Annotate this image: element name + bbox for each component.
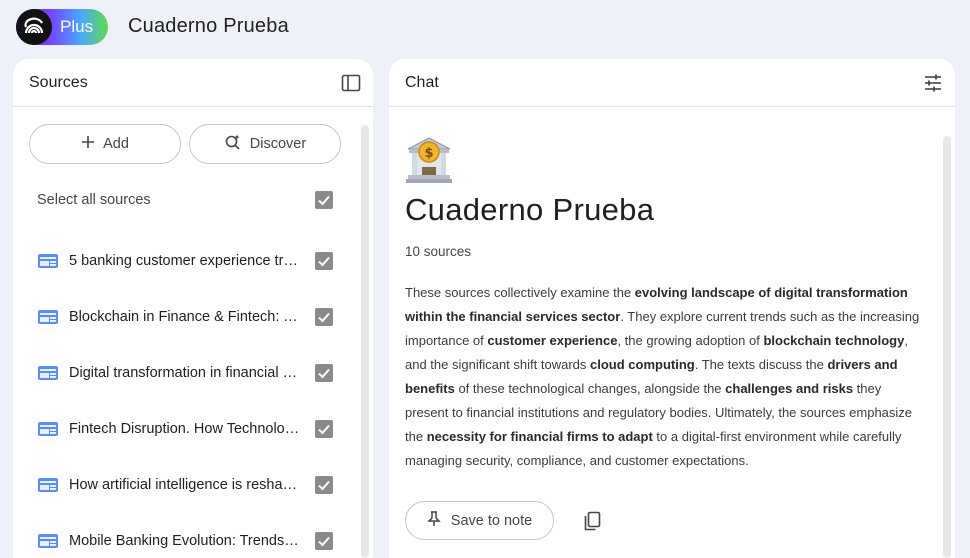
save-to-note-button[interactable]: Save to note — [405, 501, 554, 540]
document-icon — [37, 253, 59, 269]
document-icon — [37, 477, 59, 493]
collapse-panel-icon[interactable] — [339, 71, 363, 95]
bank-icon: $ — [405, 135, 453, 185]
chat-panel: Chat $ Cuaderno Prueba 10 sources These … — [389, 59, 955, 558]
document-icon — [37, 533, 59, 549]
plus-label: Plus — [60, 17, 94, 36]
source-title: Digital transformation in financial serv… — [69, 365, 301, 381]
plus-badge[interactable]: Plus — [16, 9, 108, 45]
summary-text: , the growing adoption of — [617, 333, 764, 348]
notebook-heading: Cuaderno Prueba — [405, 192, 655, 227]
source-item[interactable]: Mobile Banking Evolution: Trends and — [37, 513, 333, 558]
select-all-checkbox[interactable] — [315, 191, 333, 209]
plus-icon — [81, 135, 95, 153]
source-item[interactable]: How artificial intelligence is reshaping — [37, 457, 333, 513]
discover-label: Discover — [249, 136, 307, 152]
source-list: 5 banking customer experience trends Bloc… — [37, 233, 333, 558]
source-item[interactable]: Fintech Disruption. How Technology is Ch… — [37, 401, 333, 457]
summary-text: . The texts discuss the — [694, 357, 828, 372]
source-title: Blockchain in Finance & Fintech: The Fut… — [69, 309, 301, 325]
save-to-note-label: Save to note — [450, 512, 533, 529]
source-title: Fintech Disruption. How Technology is Ch… — [69, 421, 301, 437]
sources-panel: Sources Add Discover Select all sources … — [13, 59, 373, 558]
source-checkbox[interactable] — [315, 420, 333, 438]
source-title: How artificial intelligence is reshaping — [69, 477, 301, 493]
summary-highlight: challenges and risks — [725, 381, 854, 396]
discover-button[interactable]: Discover — [189, 124, 341, 164]
summary-actions: Save to note — [405, 501, 604, 540]
tune-icon[interactable] — [921, 71, 945, 95]
copy-icon[interactable] — [580, 509, 604, 533]
chat-scrollbar[interactable] — [943, 136, 951, 558]
notebook-summary: These sources collectively examine the e… — [405, 281, 923, 473]
source-title: Mobile Banking Evolution: Trends and — [69, 533, 301, 549]
document-icon — [37, 309, 59, 325]
source-item[interactable]: Blockchain in Finance & Fintech: The Fut… — [37, 289, 333, 345]
document-icon — [37, 365, 59, 381]
summary-text: of these technological changes, alongsid… — [454, 381, 726, 396]
summary-highlight: customer experience — [487, 333, 618, 348]
pin-icon — [426, 510, 441, 531]
chat-header: Chat — [389, 59, 955, 107]
notebook-title[interactable]: Cuaderno Prueba — [128, 15, 289, 38]
sources-title: Sources — [29, 73, 88, 91]
sources-header: Sources — [13, 59, 373, 107]
source-title: 5 banking customer experience trends — [69, 253, 301, 269]
svg-text:$: $ — [424, 146, 433, 161]
chat-content: $ Cuaderno Prueba 10 sources These sourc… — [405, 135, 925, 473]
source-checkbox[interactable] — [315, 476, 333, 494]
chat-title: Chat — [405, 73, 439, 91]
summary-highlight: cloud computing — [590, 357, 695, 372]
source-actions: Add Discover — [29, 124, 341, 164]
top-bar: Plus Cuaderno Prueba — [0, 0, 970, 56]
source-checkbox[interactable] — [315, 252, 333, 270]
sources-scrollbar[interactable] — [361, 125, 369, 558]
select-all-row: Select all sources — [37, 188, 333, 212]
source-item[interactable]: Digital transformation in financial serv… — [37, 345, 333, 401]
summary-highlight: blockchain technology — [763, 333, 905, 348]
source-checkbox[interactable] — [315, 532, 333, 550]
select-all-label: Select all sources — [37, 192, 151, 208]
add-source-button[interactable]: Add — [29, 124, 181, 164]
source-count: 10 sources — [405, 244, 472, 259]
source-item[interactable]: 5 banking customer experience trends — [37, 233, 333, 289]
summary-highlight: necessity for financial firms to adapt — [426, 429, 653, 444]
source-checkbox[interactable] — [315, 308, 333, 326]
app-logo-icon — [16, 9, 52, 45]
source-checkbox[interactable] — [315, 364, 333, 382]
discover-search-icon — [224, 133, 242, 155]
document-icon — [37, 421, 59, 437]
add-label: Add — [103, 136, 129, 152]
summary-text: These sources collectively examine the — [405, 285, 635, 300]
